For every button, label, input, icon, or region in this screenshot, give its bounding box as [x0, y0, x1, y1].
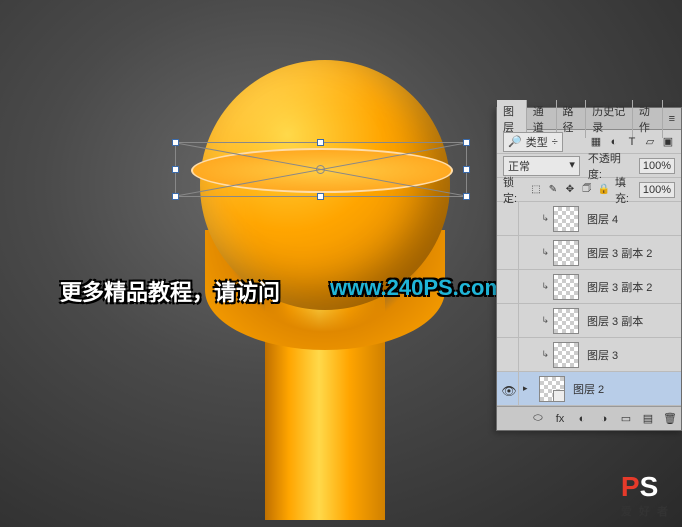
transform-bounding-box[interactable] — [175, 142, 467, 197]
fx-icon[interactable]: fx — [553, 412, 567, 426]
filter-adjust-icon[interactable]: ◐ — [607, 135, 621, 149]
visibility-toggle[interactable] — [499, 236, 519, 269]
watermark-text: 更多精品教程，请访问 — [60, 275, 280, 307]
clip-indicator: ↳ — [523, 349, 549, 360]
filter-smart-icon[interactable]: ▣ — [661, 135, 675, 149]
lock-position-icon[interactable]: ✥ — [563, 183, 577, 197]
link-layers-icon[interactable]: ⬭ — [531, 412, 545, 426]
adjustment-icon[interactable]: ◑ — [597, 412, 611, 426]
clip-indicator: ↳ — [523, 315, 549, 326]
kind-label: 类型 — [526, 134, 548, 150]
transform-handle-bm[interactable] — [317, 193, 324, 200]
lock-transparency-icon[interactable]: ⬚ — [529, 183, 543, 197]
disclosure-icon[interactable]: ▸ — [523, 383, 535, 394]
transform-handle-ml[interactable] — [172, 166, 179, 173]
layer-name-label[interactable]: 图层 2 — [573, 381, 604, 397]
layer-item[interactable]: ↳ 图层 3 副本 2 — [497, 270, 681, 304]
filter-pixel-icon[interactable]: ▦ — [589, 135, 603, 149]
lock-label: 锁定: — [503, 174, 521, 206]
layer-name-label[interactable]: 图层 3 — [587, 347, 618, 363]
layer-name-label[interactable]: 图层 3 副本 — [587, 313, 643, 329]
layer-item[interactable]: ↳ 图层 3 — [497, 338, 681, 372]
fill-value[interactable]: 100% — [639, 182, 675, 198]
clip-indicator: ↳ — [523, 213, 549, 224]
arrow-icon: ↳ — [541, 315, 549, 326]
transform-handle-mr[interactable] — [463, 166, 470, 173]
arrow-icon: ↳ — [541, 349, 549, 360]
eye-icon: 👁 — [502, 384, 516, 394]
layer-thumbnail[interactable] — [539, 376, 565, 402]
transform-handle-tr[interactable] — [463, 139, 470, 146]
visibility-toggle[interactable] — [499, 202, 519, 235]
lock-artboard-icon[interactable]: 🗇 — [580, 183, 594, 197]
kind-filter-select[interactable]: 🔎 类型 ÷ — [503, 132, 563, 152]
mask-icon[interactable]: ◐ — [575, 412, 589, 426]
group-icon[interactable]: ▭ — [619, 412, 633, 426]
lock-pixels-icon[interactable]: ✎ — [546, 183, 560, 197]
visibility-toggle[interactable] — [499, 304, 519, 337]
visibility-toggle[interactable] — [499, 338, 519, 371]
layer-thumbnail[interactable] — [553, 206, 579, 232]
panel-footer: ⬭ fx ◐ ◑ ▭ ▤ 🗑 — [497, 406, 681, 430]
new-layer-icon[interactable]: ▤ — [641, 412, 655, 426]
visibility-toggle[interactable] — [499, 270, 519, 303]
clip-indicator: ↳ — [523, 247, 549, 258]
arrow-icon: ↳ — [541, 247, 549, 258]
opacity-value[interactable]: 100% — [639, 158, 675, 174]
dropdown-icon: ▾ — [569, 158, 575, 174]
site-logo: PS 爱 好 者 — [621, 471, 670, 519]
tab-history[interactable]: 历史记录 — [586, 100, 633, 138]
watermark-url: www.240PS.com — [330, 275, 504, 301]
dropdown-icon: ÷ — [552, 136, 558, 148]
layer-thumbnail[interactable] — [553, 342, 579, 368]
transform-handle-bl[interactable] — [172, 193, 179, 200]
layer-item[interactable]: ↳ 图层 3 副本 2 — [497, 236, 681, 270]
clip-indicator: ↳ — [523, 281, 549, 292]
arrow-icon: ↳ — [541, 281, 549, 292]
transform-handle-tl[interactable] — [172, 139, 179, 146]
filter-shape-icon[interactable]: ▱ — [643, 135, 657, 149]
layers-panel: 图层 通道 路径 历史记录 动作 ≡ 🔎 类型 ÷ ▦ ◐ T ▱ ▣ 正常 ▾… — [496, 107, 682, 431]
layer-name-label[interactable]: 图层 3 副本 2 — [587, 279, 652, 295]
transform-handle-br[interactable] — [463, 193, 470, 200]
arrow-icon: ↳ — [541, 213, 549, 224]
panel-tabs: 图层 通道 路径 历史记录 动作 ≡ — [497, 108, 681, 130]
layer-thumbnail[interactable] — [553, 274, 579, 300]
layer-item[interactable]: ↳ 图层 4 — [497, 202, 681, 236]
fill-label: 填充: — [615, 174, 633, 206]
blend-mode-select[interactable]: 正常 ▾ — [503, 156, 580, 176]
lock-all-icon[interactable]: 🔒 — [597, 183, 611, 197]
search-icon: 🔎 — [508, 135, 522, 148]
layer-name-label[interactable]: 图层 4 — [587, 211, 618, 227]
lock-row: 锁定: ⬚ ✎ ✥ 🗇 🔒 填充: 100% — [497, 178, 681, 202]
filter-type-icon[interactable]: T — [625, 135, 639, 149]
tab-actions[interactable]: 动作 — [633, 100, 663, 138]
layer-item[interactable]: ↳ 图层 3 副本 — [497, 304, 681, 338]
layer-name-label[interactable]: 图层 3 副本 2 — [587, 245, 652, 261]
transform-center-point[interactable] — [316, 165, 325, 174]
layer-thumbnail[interactable] — [553, 308, 579, 334]
orange-neck — [265, 290, 385, 520]
layer-item[interactable]: 👁 ▸ 图层 2 — [497, 372, 681, 406]
trash-icon[interactable]: 🗑 — [663, 412, 677, 426]
panel-menu-icon[interactable]: ≡ — [663, 113, 681, 125]
layers-list: ↳ 图层 4 ↳ 图层 3 副本 2 ↳ 图层 3 副本 2 ↳ 图层 3 副本 ↳ 图层 3 👁 ▸… — [497, 202, 681, 406]
blend-row: 正常 ▾ 不透明度: 100% — [497, 154, 681, 178]
blend-mode-value: 正常 — [508, 158, 530, 174]
transform-handle-tm[interactable] — [317, 139, 324, 146]
visibility-toggle[interactable]: 👁 — [499, 372, 519, 405]
layer-thumbnail[interactable] — [553, 240, 579, 266]
